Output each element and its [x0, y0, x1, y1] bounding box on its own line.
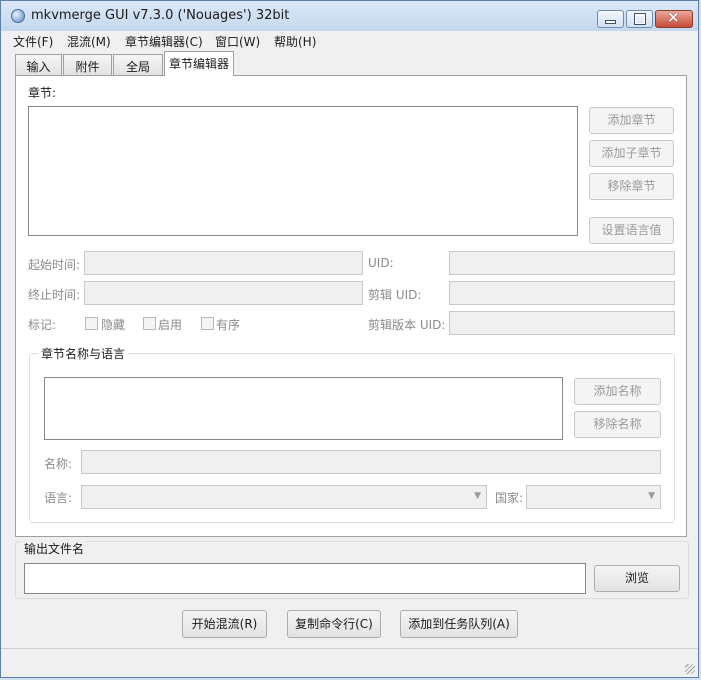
window-title: mkvmerge GUI v7.3.0 ('Nouages') 32bit — [31, 8, 290, 23]
close-icon: × — [667, 8, 680, 26]
menu-file[interactable]: 文件(F) — [13, 33, 53, 50]
set-language-button[interactable]: 设置语言值 — [589, 217, 674, 244]
minimize-button[interactable] — [597, 10, 624, 28]
output-title: 输出文件名 — [22, 540, 87, 557]
minimize-icon — [606, 21, 615, 23]
output-filename-input[interactable] — [24, 563, 586, 594]
tab-attachments[interactable]: 附件 — [63, 54, 112, 75]
names-group-title: 章节名称与语言 — [38, 345, 129, 362]
names-list[interactable] — [44, 377, 563, 440]
language-select[interactable]: ▼ — [81, 485, 487, 509]
tab-input[interactable]: 输入 — [15, 54, 62, 75]
country-select[interactable]: ▼ — [526, 485, 661, 509]
maximize-button[interactable] — [626, 10, 653, 28]
flags-label: 标记: — [28, 318, 57, 332]
add-chapter-button[interactable]: 添加章节 — [589, 107, 674, 134]
start-time-label: 起始时间: — [28, 258, 81, 272]
start-mux-button[interactable]: 开始混流(R) — [182, 610, 267, 638]
country-label: 国家: — [495, 491, 524, 505]
tab-chapter-editor[interactable]: 章节编辑器 — [164, 51, 234, 76]
dropdown-arrow-icon: ▼ — [474, 491, 481, 501]
name-label: 名称: — [44, 457, 73, 471]
close-button[interactable]: × — [655, 8, 693, 28]
resize-grip-icon[interactable] — [685, 664, 695, 674]
app-window: mkvmerge GUI v7.3.0 ('Nouages') 32bit × … — [0, 0, 699, 678]
add-name-button[interactable]: 添加名称 — [574, 378, 661, 405]
names-group: 章节名称与语言 添加名称 移除名称 名称: 语言: ▼ 国家: ▼ — [29, 345, 675, 523]
menu-chapter-editor[interactable]: 章节编辑器(C) — [125, 33, 203, 50]
edit-version-uid-label: 剪辑版本 UID: — [368, 318, 446, 332]
edit-uid-label: 剪辑 UID: — [368, 288, 422, 302]
enabled-checkbox-label: 启用 — [158, 318, 183, 332]
uid-field[interactable] — [449, 251, 675, 275]
menu-window[interactable]: 窗口(W) — [215, 33, 260, 50]
tab-global[interactable]: 全局 — [113, 54, 163, 75]
add-to-queue-button[interactable]: 添加到任务队列(A) — [400, 610, 518, 638]
title-bar: mkvmerge GUI v7.3.0 ('Nouages') 32bit × — [1, 1, 698, 32]
menu-mux[interactable]: 混流(M) — [67, 33, 111, 50]
hidden-checkbox-label: 隐藏 — [101, 318, 126, 332]
uid-label: UID: — [368, 256, 394, 270]
remove-chapter-button[interactable]: 移除章节 — [589, 173, 674, 200]
hidden-checkbox[interactable] — [85, 317, 98, 330]
status-bar — [1, 648, 698, 677]
name-field[interactable] — [81, 450, 661, 474]
add-sub-chapter-button[interactable]: 添加子章节 — [589, 140, 674, 167]
enabled-checkbox[interactable] — [143, 317, 156, 330]
language-label: 语言: — [44, 491, 73, 505]
dropdown-arrow-icon: ▼ — [648, 491, 655, 501]
copy-command-button[interactable]: 复制命令行(C) — [287, 610, 381, 638]
app-icon — [11, 9, 25, 23]
ordered-checkbox[interactable] — [201, 317, 214, 330]
maximize-icon — [635, 14, 645, 24]
chapters-label: 章节: — [28, 86, 57, 100]
ordered-checkbox-label: 有序 — [216, 318, 241, 332]
menu-help[interactable]: 帮助(H) — [274, 33, 316, 50]
start-time-field[interactable] — [84, 251, 363, 275]
output-group: 输出文件名 浏览 — [15, 540, 689, 599]
browse-button[interactable]: 浏览 — [594, 565, 680, 592]
chapter-editor-panel: 章节: 添加章节 添加子章节 移除章节 设置语言值 起始时间: UID: 终止时… — [15, 75, 687, 537]
edit-version-uid-field[interactable] — [449, 311, 675, 335]
remove-name-button[interactable]: 移除名称 — [574, 411, 661, 438]
end-time-field[interactable] — [84, 281, 363, 305]
edit-uid-field[interactable] — [449, 281, 675, 305]
chapter-tree[interactable] — [28, 106, 578, 236]
end-time-label: 终止时间: — [28, 288, 81, 302]
menu-bar: 文件(F) 混流(M) 章节编辑器(C) 窗口(W) 帮助(H) — [1, 31, 698, 51]
